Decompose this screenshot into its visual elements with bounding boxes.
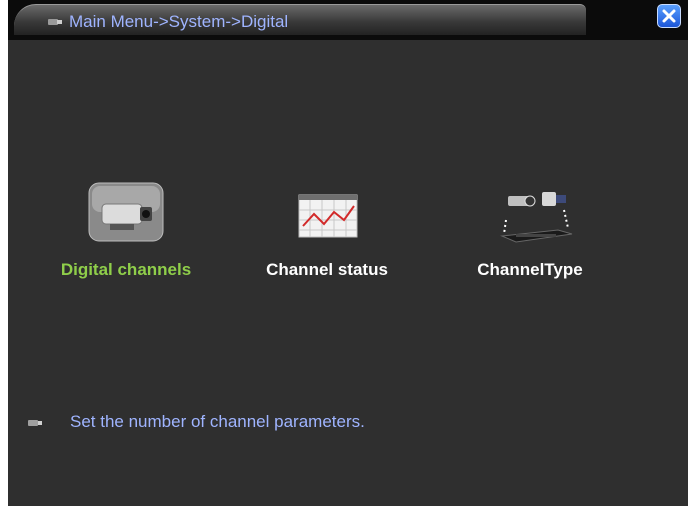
title-tab: Main Menu->System->Digital xyxy=(14,4,586,35)
menu-item-digital-channels[interactable]: Digital channels xyxy=(46,178,206,280)
menu-icon xyxy=(48,19,62,25)
menu-item-label: Channel status xyxy=(266,260,388,279)
hint-icon xyxy=(28,420,42,426)
close-button[interactable] xyxy=(657,4,681,28)
close-icon xyxy=(662,9,676,23)
camera-icon xyxy=(88,182,164,242)
menu-item-label: Digital channels xyxy=(60,260,192,279)
menu-item-channel-type[interactable]: ChannelType xyxy=(460,178,600,280)
breadcrumb: Main Menu->System->Digital xyxy=(69,12,289,31)
camera-dvr-icon xyxy=(500,192,573,243)
menu-item-label: ChannelType xyxy=(477,260,583,279)
line-chart-icon xyxy=(298,194,358,238)
status-text: Set the number of channel parameters. xyxy=(70,412,365,431)
menu-item-channel-status[interactable]: Channel status xyxy=(252,178,402,280)
digital-settings-window: Main Menu->System->Digital Digital chann… xyxy=(8,0,688,506)
title-bar: Main Menu->System->Digital xyxy=(8,0,688,40)
